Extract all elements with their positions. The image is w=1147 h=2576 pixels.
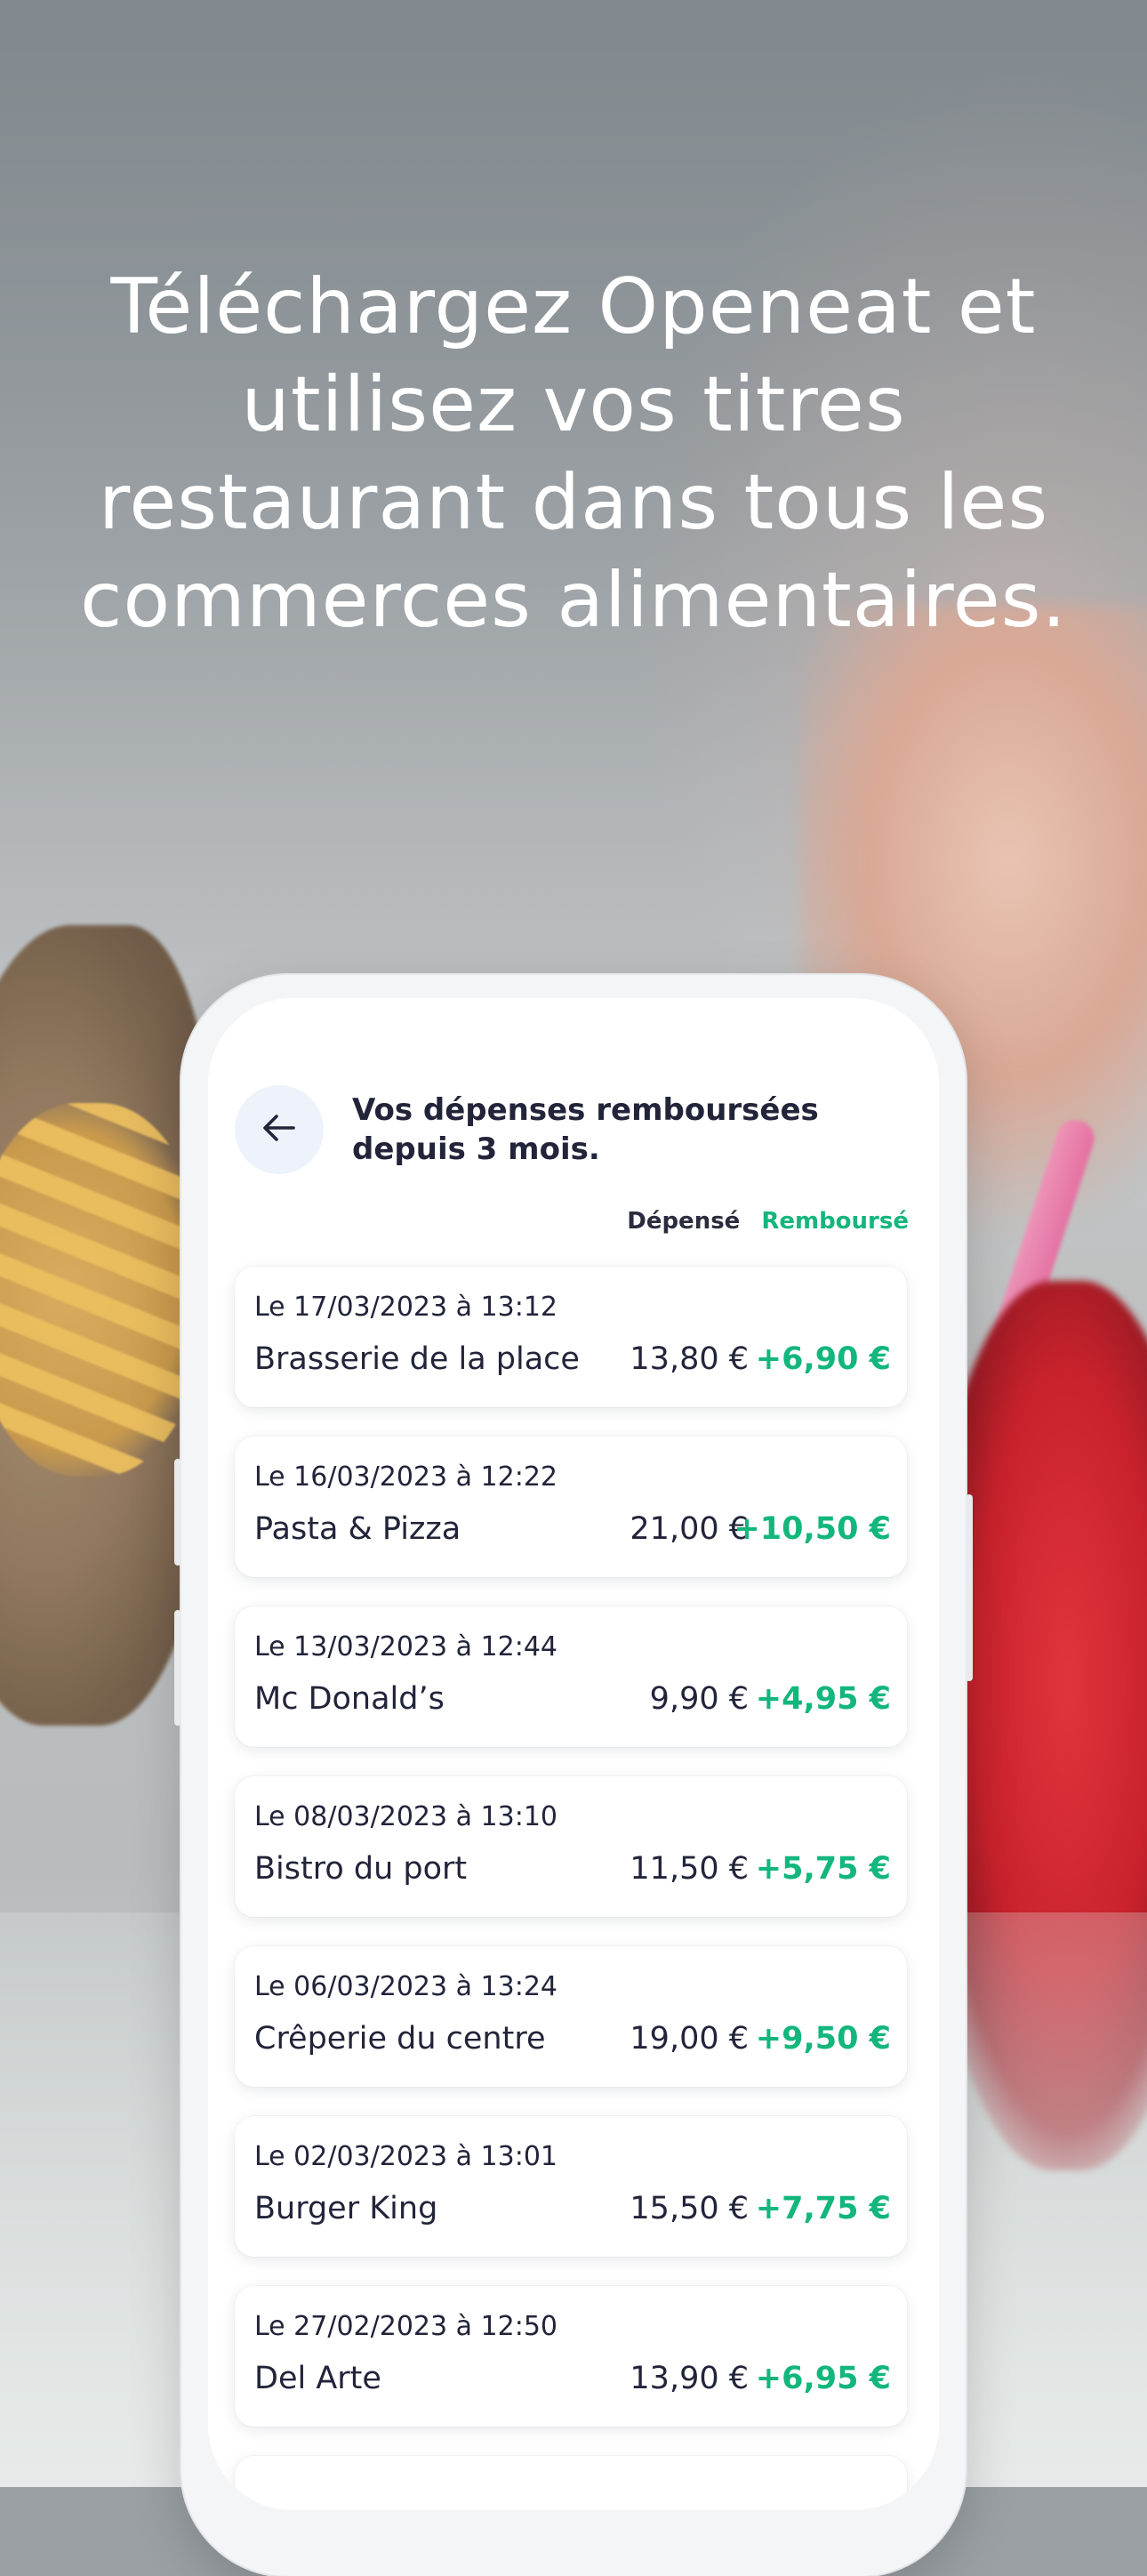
- transaction-spent: 15,50 €: [630, 2191, 749, 2226]
- transaction-merchant: Burger King: [254, 2191, 438, 2226]
- transaction-refunded: +9,50 €: [755, 2021, 891, 2057]
- transaction-spent: 19,00 €: [630, 2021, 749, 2057]
- transaction-card[interactable]: Le 06/03/2023 à 13:24 Crêperie du centre…: [235, 1946, 907, 2087]
- promo-headline: Téléchargez Openeat et utilisez vos titr…: [80, 262, 1067, 645]
- phone-side-button: [174, 1610, 181, 1726]
- transaction-merchant: Crêperie du centre: [254, 2021, 546, 2057]
- screen-header: Vos dépenses remboursées depuis 3 mois.: [235, 1085, 886, 1174]
- transaction-card[interactable]: Le 13/03/2023 à 12:44 Mc Donald’s 9,90 €…: [235, 1606, 907, 1747]
- transaction-date: Le 13/03/2023 à 12:44: [254, 1631, 558, 1662]
- transaction-card[interactable]: Le 08/03/2023 à 13:10 Bistro du port 11,…: [235, 1776, 907, 1917]
- transaction-date: Le 08/03/2023 à 13:10: [254, 1801, 558, 1832]
- arrow-left-icon: [258, 1107, 301, 1153]
- transaction-merchant: Mc Donald’s: [254, 1681, 445, 1717]
- transaction-refunded: +5,75 €: [755, 1851, 891, 1887]
- transaction-date: Le 17/03/2023 à 13:12: [254, 1292, 558, 1323]
- transaction-refunded: +7,75 €: [755, 2191, 891, 2226]
- transaction-card-partial[interactable]: [235, 2456, 907, 2510]
- column-spent-label: Dépensé: [627, 1208, 741, 1235]
- transaction-merchant: Pasta & Pizza: [254, 1511, 461, 1547]
- transaction-spent: 13,80 €: [630, 1341, 749, 1377]
- transaction-spent: 21,00 €: [630, 1511, 749, 1547]
- transaction-date: Le 16/03/2023 à 12:22: [254, 1461, 558, 1493]
- transaction-merchant: Bistro du port: [254, 1851, 468, 1887]
- transaction-date: Le 02/03/2023 à 13:01: [254, 2141, 558, 2172]
- transaction-card[interactable]: Le 16/03/2023 à 12:22 Pasta & Pizza 21,0…: [235, 1437, 907, 1577]
- transactions-list: Le 17/03/2023 à 13:12 Brasserie de la pl…: [235, 1267, 907, 2510]
- transaction-date: Le 27/02/2023 à 12:50: [254, 2311, 558, 2342]
- phone-side-button: [174, 1459, 181, 1566]
- column-headers: Dépensé Remboursé: [627, 1208, 909, 1235]
- transaction-refunded: +4,95 €: [755, 1681, 891, 1717]
- transaction-merchant: Brasserie de la place: [254, 1341, 580, 1377]
- transaction-spent: 13,90 €: [630, 2361, 749, 2396]
- transaction-card[interactable]: Le 17/03/2023 à 13:12 Brasserie de la pl…: [235, 1267, 907, 1407]
- transaction-date: Le 06/03/2023 à 13:24: [254, 1971, 558, 2002]
- transaction-merchant: Del Arte: [254, 2361, 381, 2396]
- transaction-card[interactable]: Le 02/03/2023 à 13:01 Burger King 15,50 …: [235, 2116, 907, 2257]
- back-button[interactable]: [235, 1085, 324, 1174]
- background-fries: [0, 1103, 205, 1477]
- transaction-card[interactable]: Le 27/02/2023 à 12:50 Del Arte 13,90 € +…: [235, 2286, 907, 2427]
- screen-title: Vos dépenses remboursées depuis 3 mois.: [352, 1092, 819, 1167]
- transaction-refunded: +10,50 €: [734, 1511, 891, 1547]
- transaction-refunded: +6,90 €: [755, 1341, 891, 1377]
- transaction-spent: 11,50 €: [630, 1851, 749, 1887]
- phone-power-button: [966, 1494, 973, 1681]
- phone-screen: Vos dépenses remboursées depuis 3 mois. …: [208, 998, 939, 2510]
- column-refunded-label: Remboursé: [761, 1208, 909, 1235]
- transaction-spent: 9,90 €: [649, 1681, 749, 1717]
- transaction-refunded: +6,95 €: [755, 2361, 891, 2396]
